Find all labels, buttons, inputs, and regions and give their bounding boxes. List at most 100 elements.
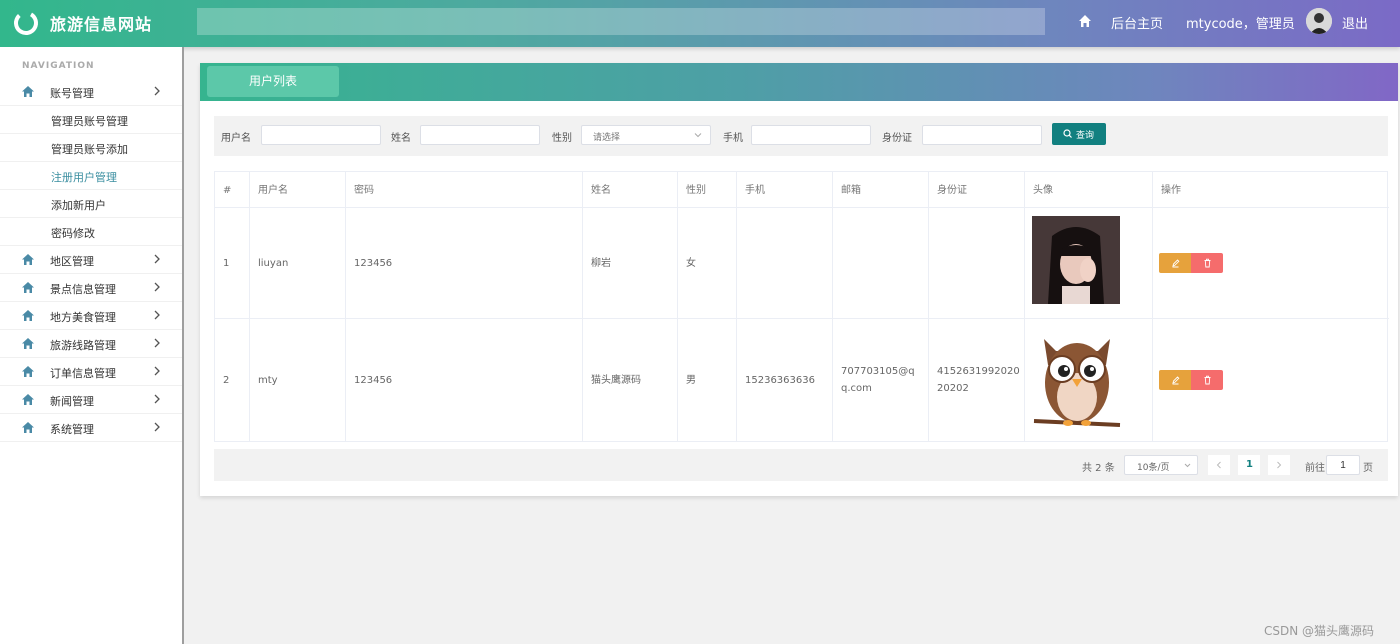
- owl-avatar: [1033, 339, 1121, 427]
- card-header: 用户列表: [200, 63, 1398, 101]
- page-number-1[interactable]: 1: [1238, 455, 1260, 475]
- sidebar-item-label: 景点信息管理: [50, 283, 116, 296]
- gender-select[interactable]: 请选择: [581, 125, 711, 145]
- cell-phone: 15236363636: [745, 375, 815, 386]
- sidebar-subitem-label: 管理员账号添加: [51, 143, 128, 156]
- cell-username: liuyan: [258, 258, 289, 269]
- query-button[interactable]: 查询: [1052, 123, 1106, 145]
- cell-email-line2: q.com: [841, 383, 872, 394]
- top-header: 旅游信息网站 后台主页 mtycode，管理员 退出: [0, 0, 1400, 47]
- sidebar: NAVIGATION 账号管理 管理员账号管理 管理员账号添加 注册用户管理 添…: [0, 47, 184, 644]
- watermark: CSDN @猫头鹰源码: [1264, 624, 1375, 638]
- column-header: 操作: [1153, 172, 1389, 207]
- table-row: 1 liuyan 123456 柳岩 女: [215, 208, 1389, 319]
- trash-icon: [1204, 258, 1211, 268]
- page-size-value: 10条/页: [1137, 463, 1170, 473]
- column-header: 姓名: [583, 172, 678, 207]
- chevron-left-icon: [1216, 461, 1221, 469]
- logo-icon: [14, 11, 38, 35]
- user-avatar[interactable]: [1306, 8, 1332, 34]
- user-avatar-icon: [1306, 8, 1332, 34]
- column-header-label: 手机: [745, 185, 765, 196]
- edit-icon: [1172, 376, 1180, 385]
- sidebar-item-label: 地方美食管理: [50, 311, 116, 324]
- edit-button[interactable]: [1159, 370, 1191, 390]
- delete-button[interactable]: [1191, 253, 1223, 273]
- column-header-label: 身份证: [937, 185, 967, 196]
- logout-link[interactable]: 退出: [1342, 13, 1368, 32]
- goto-page-input[interactable]: [1326, 455, 1360, 475]
- idcard-input[interactable]: [922, 125, 1042, 145]
- sidebar-subitem-user-manage[interactable]: 注册用户管理: [0, 162, 182, 190]
- sidebar-subitem-label: 密码修改: [51, 227, 95, 240]
- cell-index: 1: [223, 258, 230, 269]
- home-icon[interactable]: [1078, 14, 1092, 28]
- column-header-label: #: [223, 185, 232, 196]
- sidebar-item-label: 新闻管理: [50, 395, 94, 408]
- sidebar-item-account[interactable]: 账号管理: [0, 78, 182, 106]
- sidebar-item-news[interactable]: 新闻管理: [0, 386, 182, 414]
- user-label: mtycode，管理员: [1186, 17, 1295, 32]
- sidebar-item-scenic[interactable]: 景点信息管理: [0, 274, 182, 302]
- home-icon: [22, 254, 34, 265]
- sidebar-menu: 账号管理 管理员账号管理 管理员账号添加 注册用户管理 添加新用户 密码修改 地…: [0, 78, 182, 442]
- column-header-label: 性别: [686, 185, 706, 196]
- tab-user-list[interactable]: 用户列表: [207, 66, 339, 97]
- sidebar-subitem-password[interactable]: 密码修改: [0, 218, 182, 246]
- sidebar-subitem-admin-manage[interactable]: 管理员账号管理: [0, 106, 182, 134]
- sidebar-item-label: 旅游线路管理: [50, 339, 116, 352]
- column-header-label: 密码: [354, 185, 374, 196]
- column-header: 邮箱: [833, 172, 929, 207]
- page-unit-label: 页: [1363, 463, 1373, 474]
- username-input[interactable]: [261, 125, 381, 145]
- cell-name: 猫头鹰源码: [591, 375, 641, 386]
- cell-index: 2: [223, 375, 230, 386]
- column-header: #: [215, 172, 250, 207]
- cell-idcard-line1: 4152631992020: [937, 366, 1020, 377]
- name-input[interactable]: [420, 125, 540, 145]
- chevron-down-icon: [694, 133, 702, 138]
- chevron-right-icon: [154, 366, 160, 376]
- chevron-right-icon: [154, 86, 160, 96]
- phone-label: 手机: [723, 133, 743, 144]
- sidebar-item-order[interactable]: 订单信息管理: [0, 358, 182, 386]
- home-link[interactable]: 后台主页: [1111, 13, 1163, 32]
- chevron-down-icon: [1184, 463, 1191, 468]
- edit-button[interactable]: [1159, 253, 1191, 273]
- pagination: 共 2 条 10条/页 1 前往 页: [214, 449, 1388, 481]
- sidebar-item-system[interactable]: 系统管理: [0, 414, 182, 442]
- sidebar-item-region[interactable]: 地区管理: [0, 246, 182, 274]
- chevron-right-icon: [154, 422, 160, 432]
- sidebar-item-label: 账号管理: [50, 87, 94, 100]
- column-header-label: 姓名: [591, 185, 611, 196]
- page-size-select[interactable]: 10条/页: [1124, 455, 1198, 475]
- cell-gender: 男: [686, 375, 696, 386]
- delete-button[interactable]: [1191, 370, 1223, 390]
- sidebar-item-route[interactable]: 旅游线路管理: [0, 330, 182, 358]
- gender-label: 性别: [552, 133, 572, 144]
- nav-title: NAVIGATION: [22, 61, 95, 71]
- sidebar-subitem-label: 添加新用户: [51, 199, 106, 212]
- column-header: 头像: [1025, 172, 1153, 207]
- sidebar-subitem-admin-add[interactable]: 管理员账号添加: [0, 134, 182, 162]
- table-header: # 用户名 密码 姓名 性别 手机 邮箱 身份证 头像 操作: [215, 172, 1389, 208]
- sidebar-item-label: 地区管理: [50, 255, 94, 268]
- user-table: # 用户名 密码 姓名 性别 手机 邮箱 身份证 头像 操作 1 liuyan …: [214, 171, 1389, 442]
- phone-input[interactable]: [751, 125, 871, 145]
- column-header-label: 用户名: [258, 185, 288, 196]
- home-icon: [22, 310, 34, 321]
- sidebar-item-food[interactable]: 地方美食管理: [0, 302, 182, 330]
- chevron-right-icon: [154, 254, 160, 264]
- cell-gender: 女: [686, 258, 696, 269]
- column-header: 密码: [346, 172, 583, 207]
- sidebar-subitem-user-add[interactable]: 添加新用户: [0, 190, 182, 218]
- chevron-right-icon: [154, 310, 160, 320]
- top-search-bar[interactable]: [197, 8, 1045, 35]
- prev-page-button[interactable]: [1208, 455, 1230, 475]
- column-header-label: 邮箱: [841, 185, 861, 196]
- home-icon: [22, 86, 34, 97]
- home-icon: [22, 366, 34, 377]
- next-page-button[interactable]: [1268, 455, 1290, 475]
- cell-name: 柳岩: [591, 258, 611, 269]
- chevron-right-icon: [1277, 461, 1282, 469]
